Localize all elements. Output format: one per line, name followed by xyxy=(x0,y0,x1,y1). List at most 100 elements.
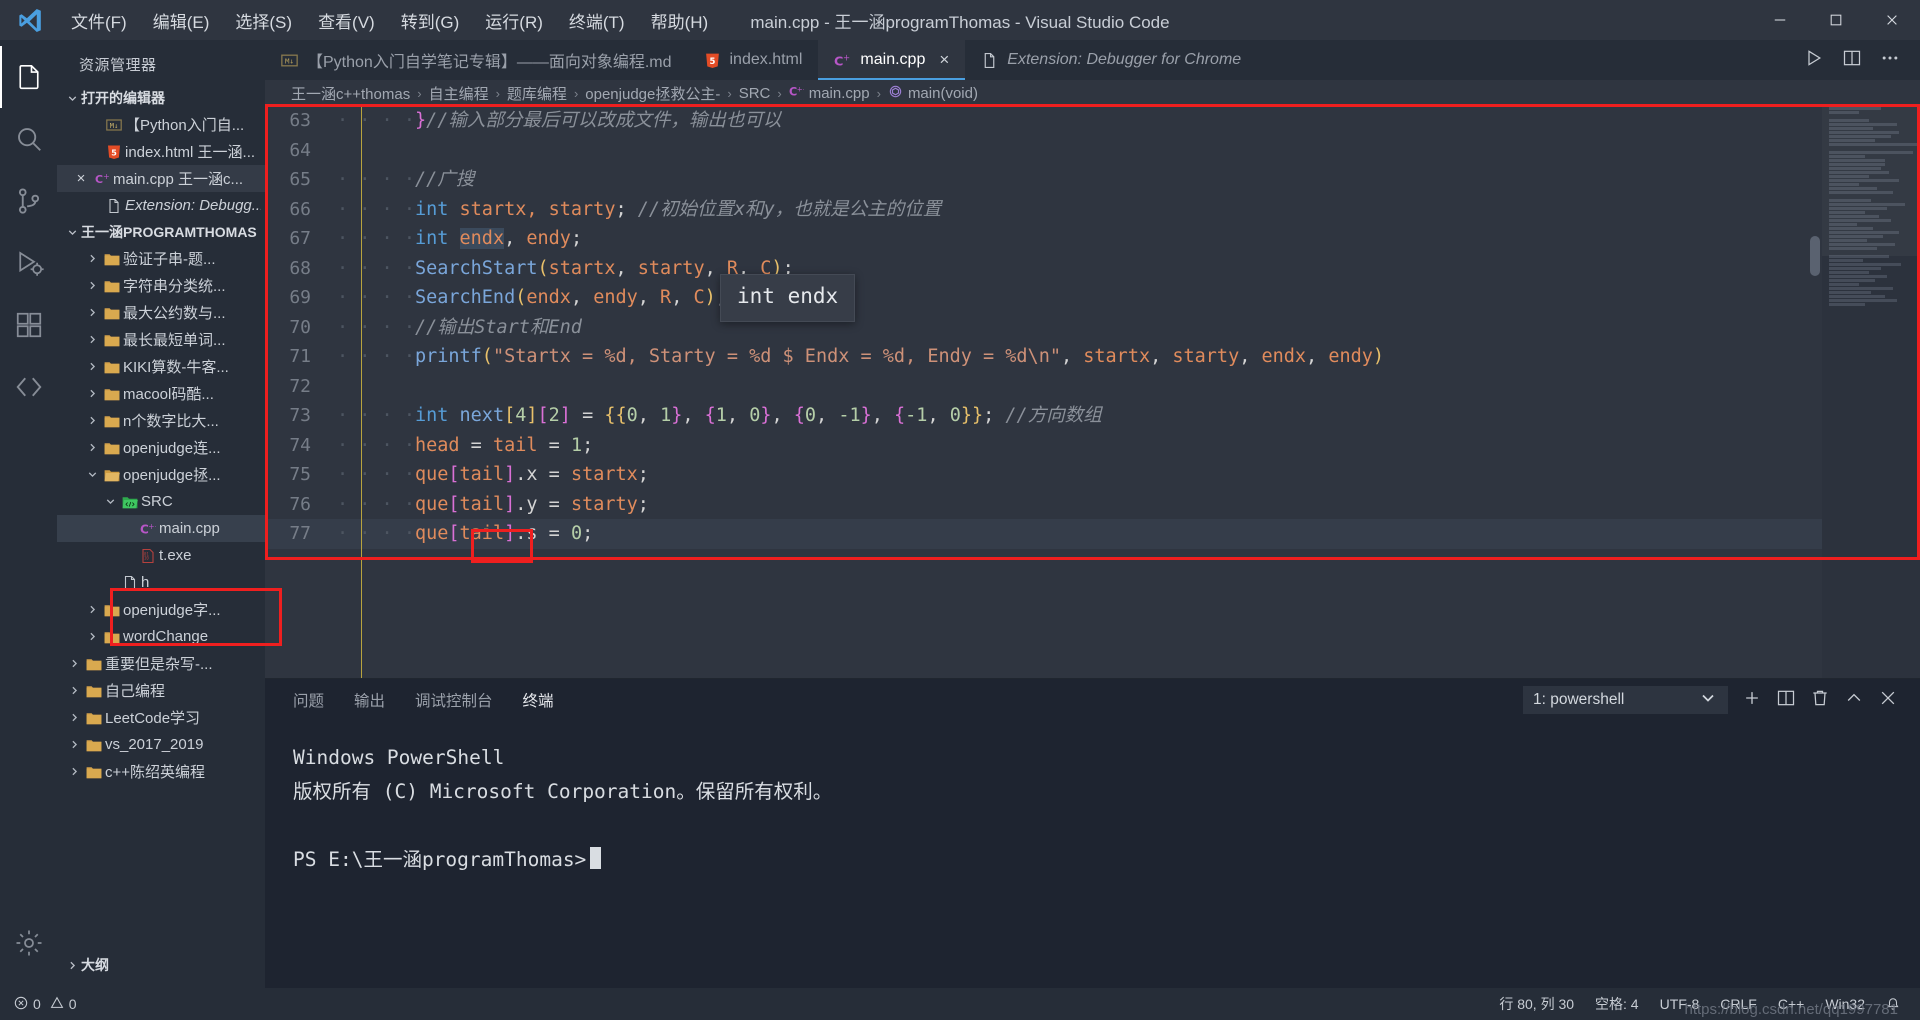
chevron-right-icon[interactable] xyxy=(83,439,101,457)
folder-src[interactable]: SRC xyxy=(57,488,265,515)
folder-zuidagongyueshu[interactable]: 最大公约数与... xyxy=(57,299,265,326)
code-line[interactable]: 75 · · · ·que[tail].x = startx; xyxy=(265,460,1822,490)
split-icon[interactable] xyxy=(1776,688,1796,713)
source-control-icon[interactable] xyxy=(0,170,57,232)
section-open-editors[interactable]: 打开的编辑器 xyxy=(57,85,265,111)
chevron-right-icon[interactable] xyxy=(83,331,101,349)
chevron-right-icon[interactable] xyxy=(83,250,101,268)
run-and-debug-icon[interactable] xyxy=(0,232,57,294)
code-line[interactable]: 77 · · · ·que[tail].s = 0; xyxy=(265,519,1822,549)
code-editor[interactable]: 63 · · · ·}//输入部分最后可以改成文件，输出也可以 64 65 · · · … xyxy=(265,106,1822,678)
chevron-right-icon[interactable] xyxy=(83,304,101,322)
open-editor-python-md[interactable]: M↓ 【Python入门自... xyxy=(57,111,265,138)
terminal-output[interactable]: Windows PowerShell 版权所有 (C) Microsoft Cor… xyxy=(265,721,1920,988)
panel-tab-debug-console[interactable]: 调试控制台 xyxy=(413,686,495,714)
chevron-right-icon[interactable] xyxy=(83,385,101,403)
panel-tab-output[interactable]: 输出 xyxy=(352,686,387,714)
menu-help[interactable]: 帮助(H) xyxy=(638,3,722,38)
chevron-right-icon[interactable] xyxy=(65,763,83,781)
chevron-right-icon[interactable] xyxy=(83,412,101,430)
activity-bar[interactable] xyxy=(0,40,57,988)
folder-openjudge-zi[interactable]: openjudge字... xyxy=(57,596,265,623)
remote-explorer-icon[interactable] xyxy=(0,356,57,418)
window-controls[interactable] xyxy=(1752,0,1920,40)
extensions-icon[interactable] xyxy=(0,294,57,356)
minimize-icon[interactable] xyxy=(1752,0,1808,40)
folder-yanzheng[interactable]: 验证子串-题... xyxy=(57,245,265,272)
trash-icon[interactable] xyxy=(1810,688,1830,713)
code-line[interactable]: 68 · · · ·SearchStart(startx, starty, R, … xyxy=(265,254,1822,284)
breadcrumb[interactable]: 王一涵c++thomas › 自主编程 › 题库编程 › openjudge拯救公主- › SR… xyxy=(265,80,1920,106)
folder-openjudge-zheng[interactable]: openjudge拯... xyxy=(57,461,265,488)
open-editor-index-html[interactable]: 5 index.html 王一涵... xyxy=(57,138,265,165)
folder-kiki[interactable]: KIKI算数-牛客... xyxy=(57,353,265,380)
tab-extension[interactable]: Extension: Debugger for Chrome xyxy=(965,40,1258,80)
chevron-right-icon[interactable] xyxy=(83,358,101,376)
plus-icon[interactable] xyxy=(1742,688,1762,713)
tab-python-md[interactable]: M↓ 【Python入门自学笔记专辑】——面向对象编程.md xyxy=(265,40,688,80)
menu-bar[interactable]: 文件(F) 编辑(E) 选择(S) 查看(V) 转到(G) 运行(R) 终端(T… xyxy=(58,3,721,38)
maximize-icon[interactable] xyxy=(1808,0,1864,40)
code-line[interactable]: 63 · · · ·}//输入部分最后可以改成文件，输出也可以 xyxy=(265,106,1822,136)
file-t-exe[interactable]: 01 10 t.exe xyxy=(57,542,265,569)
code-line[interactable]: 66 · · · ·int startx, starty; //初始位置x和y，也… xyxy=(265,195,1822,225)
folder-leetcode[interactable]: LeetCode学习 xyxy=(57,704,265,731)
chevron-down-icon[interactable] xyxy=(101,493,119,511)
breadcrumb-item[interactable]: main(void) xyxy=(888,84,978,103)
status-errors[interactable]: 0 xyxy=(14,996,41,1013)
code-line[interactable]: 72 xyxy=(265,372,1822,402)
status-line-col[interactable]: 行 80, 列 30 xyxy=(1499,994,1574,1014)
menu-file[interactable]: 文件(F) xyxy=(58,3,140,38)
section-workspace[interactable]: 王一涵PROGRAMTHOMAS xyxy=(57,219,265,245)
code-line[interactable]: 69 · · · ·SearchEnd(endx, endy, R, C); xyxy=(265,283,1822,313)
code-line[interactable]: 65 · · · ·//广搜 xyxy=(265,165,1822,195)
open-editor-main-cpp[interactable]: × C++ main.cpp 王一涵c... xyxy=(57,165,265,192)
chevron-right-icon[interactable] xyxy=(65,655,83,673)
search-icon[interactable] xyxy=(0,108,57,170)
code-line[interactable]: 71 · · · ·printf("Startx = %d, Starty = %… xyxy=(265,342,1822,372)
code-line[interactable]: 70 · · · ·//输出Start和End xyxy=(265,313,1822,343)
menu-edit[interactable]: 编辑(E) xyxy=(140,3,223,38)
breadcrumb-item[interactable]: 自主编程 xyxy=(429,83,489,104)
menu-terminal[interactable]: 终端(T) xyxy=(556,3,638,38)
open-editor-extension[interactable]: Extension: Debugg... xyxy=(57,192,265,219)
folder-zuichang[interactable]: 最长最短单词... xyxy=(57,326,265,353)
ellipsis-icon[interactable] xyxy=(1880,48,1900,73)
chevron-right-icon[interactable] xyxy=(65,682,83,700)
chevron-down-icon[interactable] xyxy=(1698,688,1718,713)
breadcrumb-item[interactable]: C++main.cpp xyxy=(789,84,870,103)
folder-openjudge-lian[interactable]: openjudge连... xyxy=(57,434,265,461)
code-line[interactable]: 64 xyxy=(265,136,1822,166)
close-icon[interactable] xyxy=(1864,0,1920,40)
close-icon[interactable]: × xyxy=(939,50,949,70)
editor-scrollbar[interactable] xyxy=(1808,106,1822,678)
terminal-selector[interactable]: 1: powershell xyxy=(1523,686,1728,714)
panel-tab-problems[interactable]: 问题 xyxy=(291,686,326,714)
chevron-right-icon[interactable] xyxy=(65,736,83,754)
panel-tab-terminal[interactable]: 终端 xyxy=(521,686,556,714)
folder-macool[interactable]: macool码酷... xyxy=(57,380,265,407)
gear-icon[interactable] xyxy=(0,912,57,974)
folder-ziji[interactable]: 自己编程 xyxy=(57,677,265,704)
code-line[interactable]: 76 · · · ·que[tail].y = starty; xyxy=(265,490,1822,520)
chevron-right-icon[interactable] xyxy=(65,709,83,727)
minimap-slider[interactable] xyxy=(1822,106,1920,256)
folder-vs2017[interactable]: vs_2017_2019 xyxy=(57,731,265,758)
chevron-right-icon[interactable] xyxy=(83,628,101,646)
breadcrumb-item[interactable]: SRC xyxy=(739,85,771,102)
status-indent[interactable]: 空格: 4 xyxy=(1595,994,1639,1014)
breadcrumb-item[interactable]: openjudge拯救公主- xyxy=(585,83,720,104)
menu-view[interactable]: 查看(V) xyxy=(305,3,388,38)
folder-zhongyao[interactable]: 重要但是杂写-... xyxy=(57,650,265,677)
file-h[interactable]: h xyxy=(57,569,265,596)
menu-go[interactable]: 转到(G) xyxy=(388,3,473,38)
status-warnings[interactable]: 0 xyxy=(50,996,77,1013)
split-editor-icon[interactable] xyxy=(1842,48,1862,73)
code-line[interactable]: 73 · · · ·int next[4][2] = {{0, 1}, {1, 0… xyxy=(265,401,1822,431)
tab-main-cpp[interactable]: C++ main.cpp × xyxy=(818,40,966,80)
section-outline[interactable]: 大纲 xyxy=(57,952,265,978)
folder-zifuchuan[interactable]: 字符串分类统... xyxy=(57,272,265,299)
minimap[interactable] xyxy=(1822,106,1920,678)
chevron-down-icon[interactable] xyxy=(83,466,101,484)
chevron-up-icon[interactable] xyxy=(1844,688,1864,713)
